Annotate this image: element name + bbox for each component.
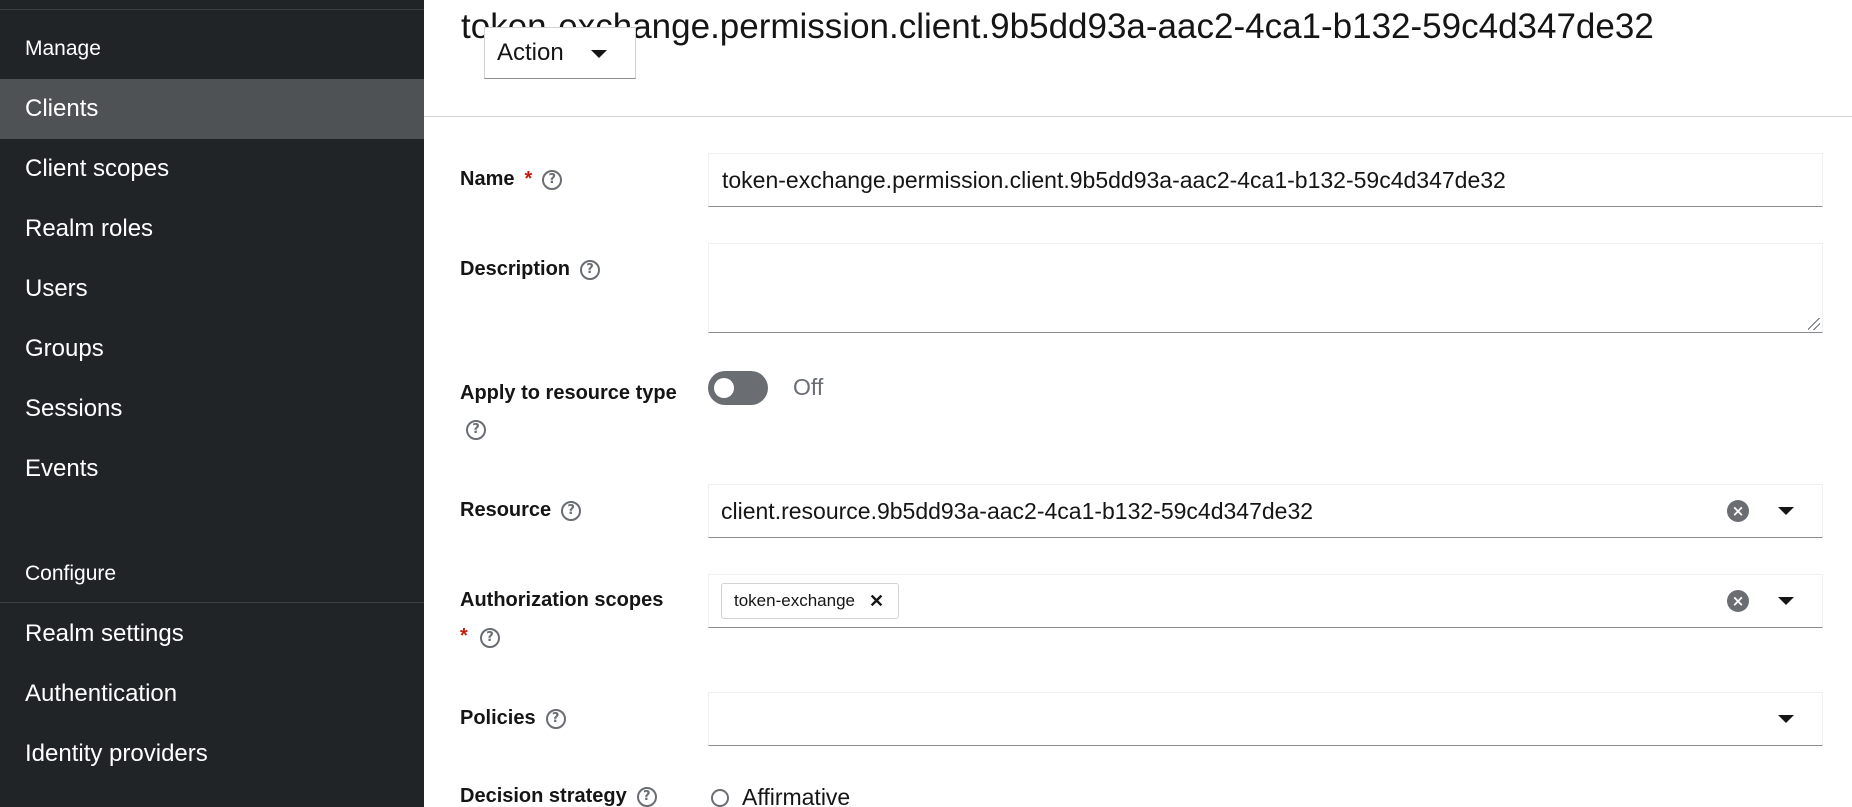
description-label-text: Description	[460, 258, 571, 280]
sidebar-item-groups[interactable]: Groups	[0, 319, 424, 379]
caret-down-icon	[591, 50, 607, 58]
description-textarea[interactable]	[708, 243, 1823, 333]
main-content: token-exchange.permission.client.9b5dd93…	[424, 0, 1852, 807]
times-circle-icon[interactable]: ×	[1727, 590, 1749, 612]
sidebar-divider	[0, 9, 424, 10]
resource-label-text: Resource	[460, 499, 552, 521]
caret-down-icon[interactable]	[1778, 715, 1794, 723]
apply-resource-type-toggle[interactable]	[708, 371, 768, 405]
resource-select[interactable]: client.resource.9b5dd93a-aac2-4ca1-b132-…	[708, 484, 1823, 538]
name-input[interactable]: token-exchange.permission.client.9b5dd93…	[708, 153, 1823, 207]
decision-strategy-label-text: Decision strategy	[460, 785, 627, 807]
scope-chip-label: token-exchange	[734, 591, 855, 610]
toggle-knob	[714, 378, 734, 398]
times-circle-icon[interactable]: ×	[1727, 500, 1749, 522]
scope-chip: token-exchange ✕	[721, 583, 900, 619]
help-circle-icon[interactable]: ?	[561, 500, 582, 521]
sidebar-item-clients[interactable]: Clients	[0, 79, 424, 139]
toggle-state-label: Off	[793, 374, 824, 400]
help-circle-icon[interactable]: ?	[636, 786, 657, 807]
sidebar-item-realm-settings[interactable]: Realm settings	[0, 604, 424, 664]
policies-label-text: Policies	[460, 707, 536, 729]
required-asterisk: *	[460, 625, 468, 647]
help-circle-icon[interactable]: ?	[545, 708, 566, 729]
affirmative-radio-label: Affirmative	[742, 784, 851, 807]
sidebar-item-users[interactable]: Users	[0, 259, 424, 319]
help-circle-icon[interactable]: ?	[542, 169, 563, 190]
authorization-scopes-label: Authorization scopes	[460, 589, 663, 612]
required-asterisk: *	[524, 168, 533, 190]
policies-label: Policies ?	[460, 707, 566, 730]
policies-select[interactable]	[708, 692, 1823, 746]
action-dropdown-button[interactable]: Action	[484, 27, 636, 79]
sidebar-item-events[interactable]: Events	[0, 439, 424, 499]
caret-down-icon[interactable]	[1778, 507, 1794, 515]
resize-grip-icon[interactable]	[1808, 318, 1820, 330]
affirmative-radio[interactable]	[711, 789, 729, 807]
decision-strategy-label: Decision strategy ?	[460, 785, 657, 807]
sidebar: Manage Clients Client scopes Realm roles…	[0, 0, 424, 807]
sidebar-item-sessions[interactable]: Sessions	[0, 379, 424, 439]
apply-resource-type-label-text: Apply to resource type	[460, 382, 677, 404]
chip-remove-icon[interactable]: ✕	[869, 591, 884, 612]
action-label: Action	[497, 39, 564, 66]
authorization-scopes-label-text: Authorization scopes	[460, 589, 664, 611]
description-label: Description ?	[460, 258, 601, 281]
resource-select-value: client.resource.9b5dd93a-aac2-4ca1-b132-…	[721, 497, 1314, 524]
header-divider	[424, 116, 1852, 117]
page-title: token-exchange.permission.client.9b5dd93…	[461, 7, 1654, 47]
help-circle-icon[interactable]: ?	[580, 259, 601, 280]
sidebar-section-manage: Manage	[25, 37, 101, 60]
help-circle-icon[interactable]: ?	[480, 628, 500, 648]
sidebar-item-identity-providers[interactable]: Identity providers	[0, 724, 424, 784]
help-circle-icon[interactable]: ?	[466, 420, 486, 440]
sidebar-item-realm-roles[interactable]: Realm roles	[0, 199, 424, 259]
sidebar-item-client-scopes[interactable]: Client scopes	[0, 139, 424, 199]
name-input-value: token-exchange.permission.client.9b5dd93…	[722, 166, 1506, 193]
resource-label: Resource ?	[460, 499, 582, 522]
name-label-text: Name	[460, 168, 515, 190]
sidebar-item-authentication[interactable]: Authentication	[0, 664, 424, 724]
sidebar-divider	[0, 602, 424, 603]
caret-down-icon[interactable]	[1778, 597, 1794, 605]
sidebar-section-configure: Configure	[25, 562, 117, 585]
apply-resource-type-label: Apply to resource type	[460, 382, 677, 405]
name-label: Name * ?	[460, 168, 563, 191]
authorization-scopes-select[interactable]: token-exchange ✕ ×	[708, 574, 1823, 628]
